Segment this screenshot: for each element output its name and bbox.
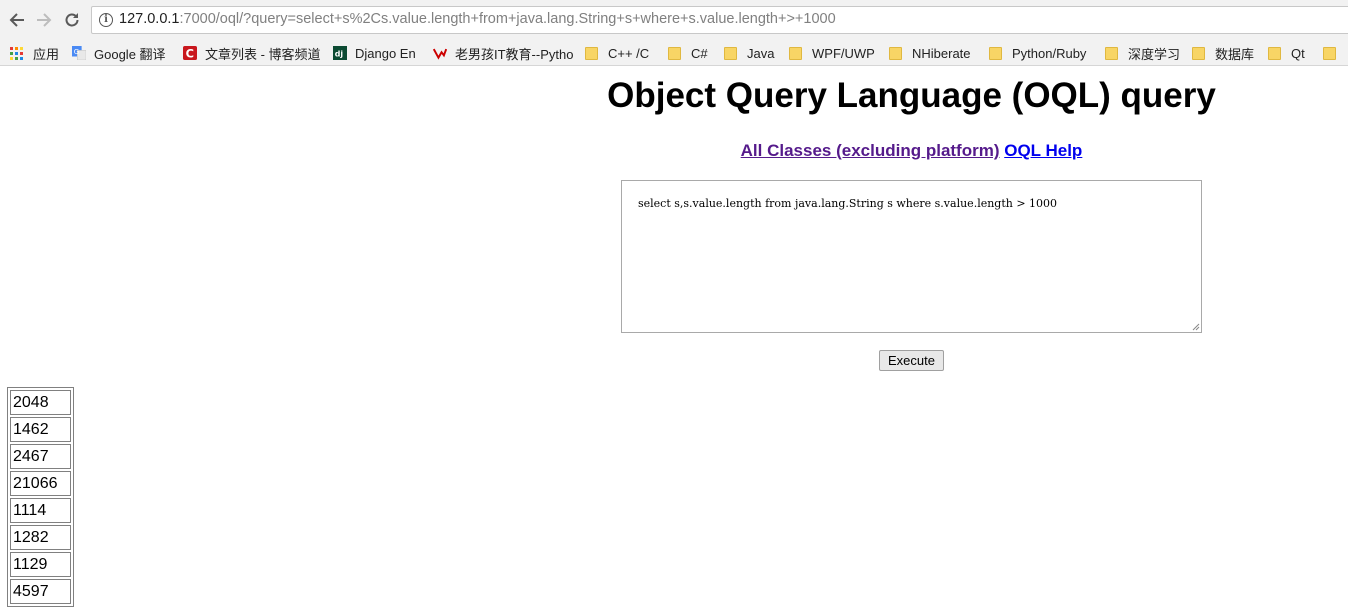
table-cell: 1129	[10, 552, 71, 577]
folder-icon	[585, 46, 598, 60]
bookmark-folder-qt[interactable]: Qt	[1268, 43, 1305, 63]
google-translate-icon: G	[72, 46, 86, 60]
resize-handle-icon[interactable]	[1192, 323, 1200, 331]
csdn-icon: C	[183, 46, 197, 60]
table-cell: 4597	[10, 579, 71, 604]
table-row: 4597	[10, 579, 71, 604]
bookmark-label: 数据库	[1215, 46, 1255, 62]
table-row: 2048	[10, 390, 71, 415]
bookmark-folder-overflow[interactable]	[1323, 43, 1346, 63]
table-cell: 1282	[10, 525, 71, 550]
table-row: 2467	[10, 444, 71, 469]
folder-icon	[1323, 46, 1336, 60]
bookmark-label: 深度学习	[1128, 46, 1181, 62]
bookmark-label: C++ /C	[608, 45, 650, 61]
bookmark-label: Django En	[355, 45, 416, 61]
page-title: Object Query Language (OQL) query	[607, 76, 1216, 115]
bookmark-folder-deep-learning[interactable]: 深度学习	[1105, 43, 1180, 63]
bookmark-label: 应用	[33, 46, 60, 62]
svg-text:C: C	[186, 46, 194, 60]
bookmarks-bar: 应用 G Google 翻译 C 文章列表 - 博客频道 dj Django E…	[0, 39, 1348, 66]
bookmark-label: 文章列表 - 博客频道	[205, 46, 321, 62]
query-text: select s,s.value.length from java.lang.S…	[638, 197, 1058, 210]
table-cell: 1462	[10, 417, 71, 442]
url-host: 127.0.0.1	[119, 11, 180, 27]
bookmark-label: WPF/UWP	[812, 45, 875, 61]
bookmark-folder-cpp[interactable]: C++ /C	[585, 43, 649, 63]
bookmark-label: C#	[691, 45, 708, 61]
bookmark-folder-csharp[interactable]: C#	[668, 43, 708, 63]
nav-links: All Classes (excluding platform) OQL Hel…	[520, 141, 1303, 161]
bookmark-label: Java	[747, 45, 775, 61]
bookmark-folder-nhiberate[interactable]: NHiberate	[889, 43, 971, 63]
bookmark-label: 老男孩IT教育--Pytho	[455, 46, 574, 62]
oql-help-link[interactable]: OQL Help	[1004, 141, 1082, 160]
all-classes-link[interactable]: All Classes (excluding platform)	[741, 141, 1000, 160]
bookmark-django[interactable]: dj Django En	[333, 43, 416, 63]
bookmark-label: NHiberate	[912, 45, 971, 61]
reload-icon[interactable]	[60, 8, 84, 32]
table-cell: 2467	[10, 444, 71, 469]
folder-icon	[1192, 46, 1205, 60]
svg-text:G: G	[74, 48, 79, 56]
bookmark-google-translate[interactable]: G Google 翻译	[72, 43, 166, 63]
url-path: :7000/oql/?query=select+s%2Cs.value.leng…	[179, 11, 836, 27]
bookmark-csdn[interactable]: C 文章列表 - 博客频道	[183, 43, 321, 63]
folder-icon	[889, 46, 902, 60]
folder-icon	[1268, 46, 1281, 60]
bookmark-label: Qt	[1291, 45, 1305, 61]
folder-icon	[1105, 46, 1118, 60]
bookmark-folder-java[interactable]: Java	[724, 43, 774, 63]
django-icon: dj	[333, 46, 347, 60]
bookmark-label: Python/Ruby	[1012, 45, 1087, 61]
query-textarea[interactable]: select s,s.value.length from java.lang.S…	[621, 180, 1202, 333]
bookmark-oldboy[interactable]: 老男孩IT教育--Pytho	[433, 43, 573, 63]
folder-icon	[789, 46, 802, 60]
address-bar[interactable]: i 127.0.0.1:7000/oql/?query=select+s%2Cs…	[91, 6, 1348, 34]
table-row: 1129	[10, 552, 71, 577]
table-cell: 2048	[10, 390, 71, 415]
browser-toolbar: i 127.0.0.1:7000/oql/?query=select+s%2Cs…	[0, 0, 1348, 39]
bookmark-folder-python[interactable]: Python/Ruby	[989, 43, 1086, 63]
table-cell: 21066	[10, 471, 71, 496]
table-row: 1462	[10, 417, 71, 442]
bookmark-apps[interactable]: 应用	[10, 43, 59, 63]
table-row: 21066	[10, 471, 71, 496]
folder-icon	[668, 46, 681, 60]
page-content: Object Query Language (OQL) query All Cl…	[0, 66, 1348, 608]
results-table: 2048 1462 2467 21066 1114 1282 1129 4597	[7, 387, 74, 607]
apps-grid-icon	[10, 46, 23, 60]
bookmark-folder-wpf[interactable]: WPF/UWP	[789, 43, 875, 63]
address-text: 127.0.0.1:7000/oql/?query=select+s%2Cs.v…	[119, 11, 836, 27]
info-icon[interactable]: i	[99, 13, 113, 27]
bookmark-folder-database[interactable]: 数据库	[1192, 43, 1254, 63]
table-row: 1114	[10, 498, 71, 523]
table-cell: 1114	[10, 498, 71, 523]
svg-text:dj: dj	[335, 50, 344, 59]
folder-icon	[989, 46, 1002, 60]
folder-icon	[724, 46, 737, 60]
execute-button[interactable]: Execute	[879, 350, 944, 371]
back-icon[interactable]	[5, 8, 29, 32]
table-row: 1282	[10, 525, 71, 550]
bookmark-label: Google 翻译	[94, 46, 166, 62]
oldboy-icon	[433, 48, 447, 60]
forward-icon[interactable]	[32, 8, 56, 32]
